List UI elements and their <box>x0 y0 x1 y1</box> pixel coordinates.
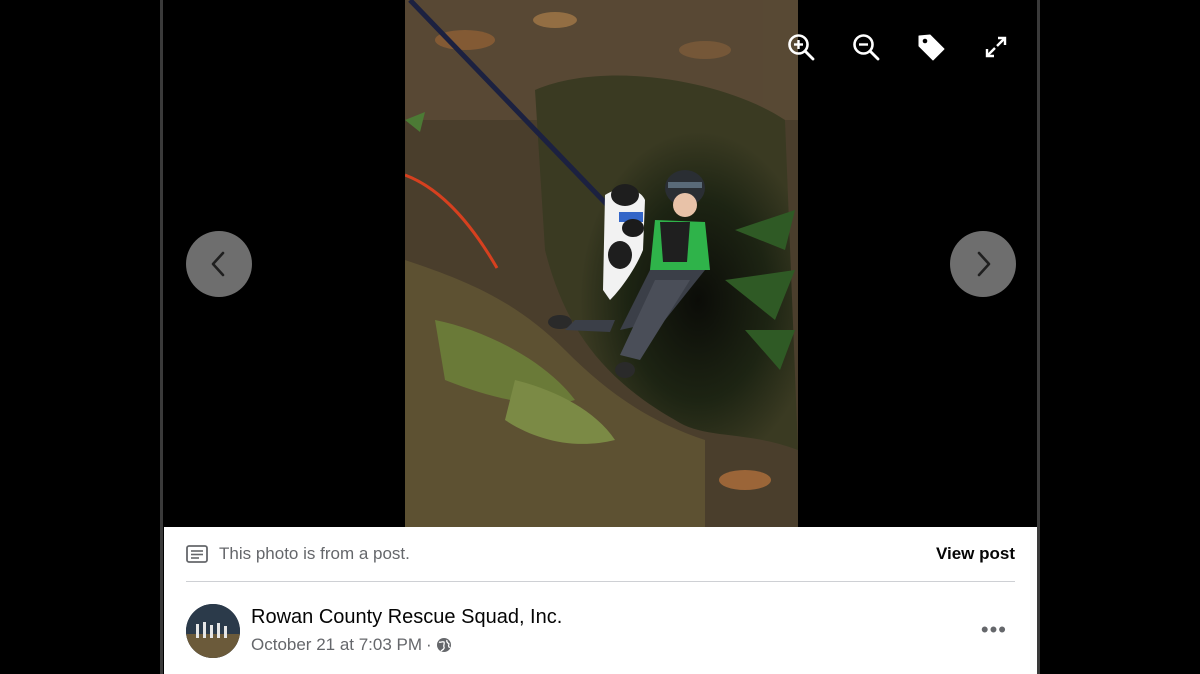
globe-icon[interactable] <box>436 637 452 653</box>
previous-photo-button[interactable] <box>186 231 252 297</box>
separator: · <box>426 635 432 654</box>
post-note: This photo is from a post. <box>186 544 410 564</box>
post-note-text: This photo is from a post. <box>219 544 410 563</box>
next-photo-button[interactable] <box>950 231 1016 297</box>
window-border-left <box>160 0 163 674</box>
window-border-right <box>1037 0 1040 674</box>
view-post-link[interactable]: View post <box>936 544 1015 564</box>
author-name[interactable]: Rowan County Rescue Squad, Inc. <box>251 606 562 629</box>
divider <box>186 581 1015 582</box>
photo[interactable] <box>405 0 798 527</box>
more-options-button[interactable]: ••• <box>981 619 1007 641</box>
post-meta: October 21 at 7:03 PM · <box>251 635 452 655</box>
tag-icon[interactable] <box>914 30 948 64</box>
chevron-left-icon <box>211 251 225 277</box>
avatar[interactable] <box>186 604 240 658</box>
photo-image <box>405 0 798 527</box>
zoom-out-icon[interactable] <box>849 30 883 64</box>
chevron-right-icon <box>977 251 991 277</box>
post-icon <box>186 545 208 563</box>
post-info-panel: This photo is from a post. View post Row… <box>164 527 1037 674</box>
photo-viewer <box>164 0 1037 527</box>
timestamp[interactable]: October 21 at 7:03 PM <box>251 635 422 655</box>
fullscreen-icon[interactable] <box>979 30 1013 64</box>
zoom-in-icon[interactable] <box>784 30 818 64</box>
